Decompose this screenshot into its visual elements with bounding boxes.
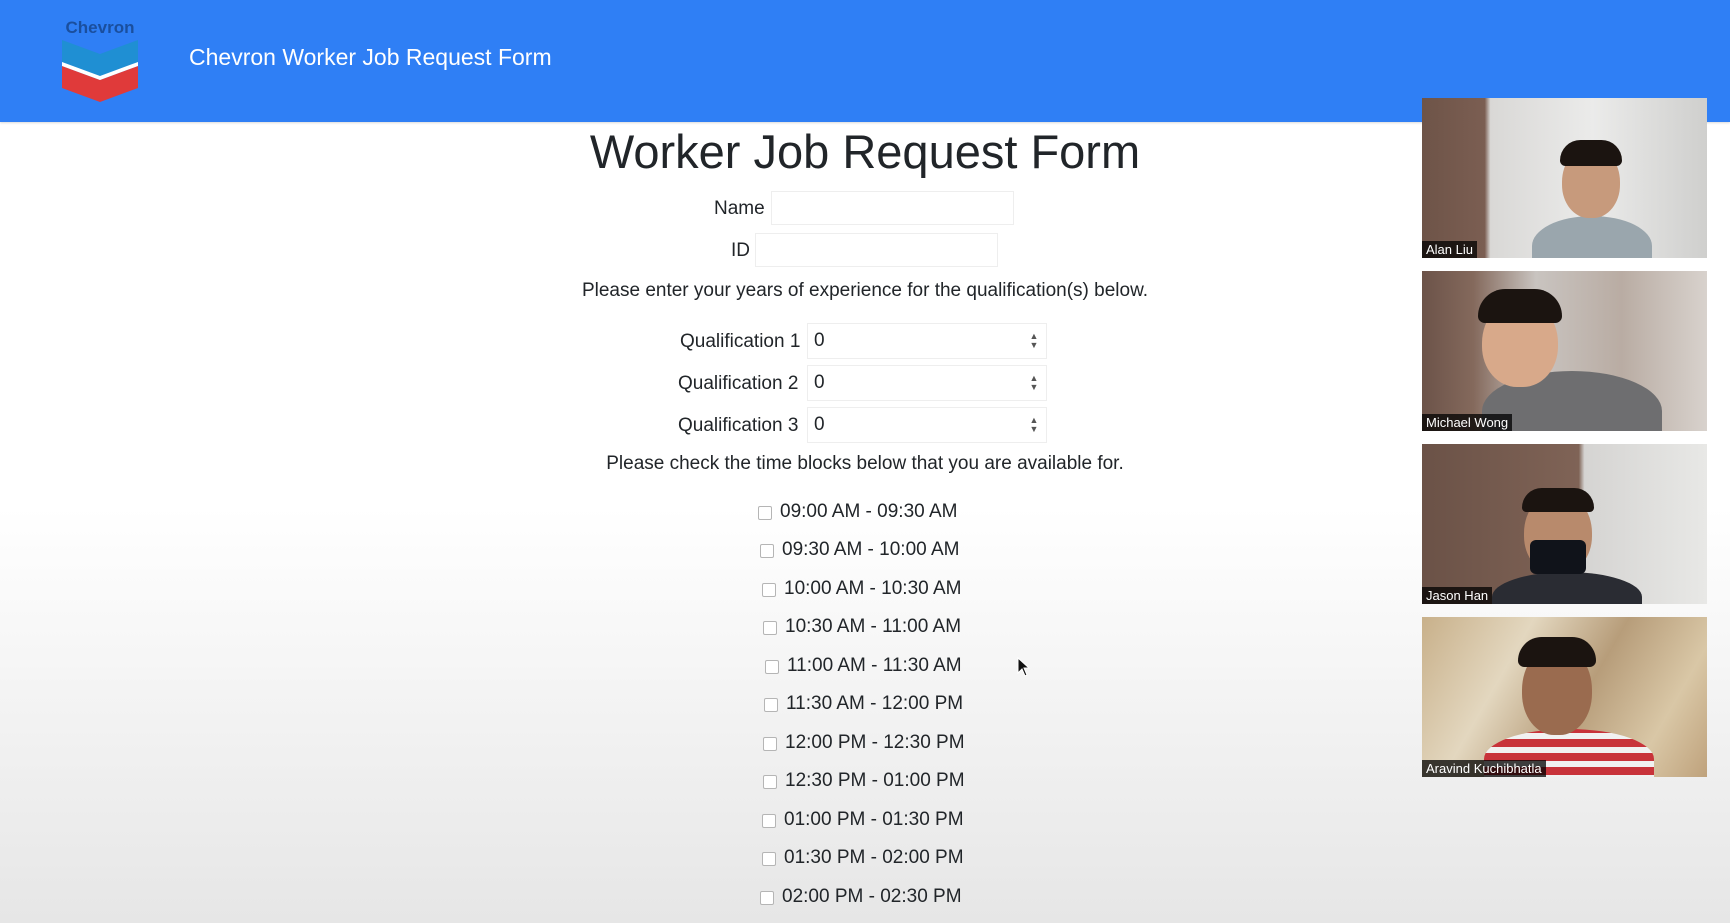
participant-name: Jason Han (1422, 587, 1493, 604)
chevron-logo-icon[interactable]: Chevron (60, 18, 140, 104)
time-block-checkbox[interactable] (760, 891, 774, 905)
name-label: Name (714, 198, 765, 219)
spinner-arrows-icon[interactable]: ▲ ▼ (1028, 374, 1040, 392)
id-label: ID (731, 240, 750, 261)
face-mask (1530, 540, 1586, 574)
participant-video-tile[interactable]: Alan Liu (1422, 98, 1707, 258)
id-input[interactable] (755, 233, 998, 267)
time-block-checkbox[interactable] (762, 583, 776, 597)
participant-hair (1522, 488, 1594, 512)
time-block-checkbox[interactable] (763, 621, 777, 635)
qualification-1-input[interactable]: 0 ▲ ▼ (807, 323, 1047, 359)
qualification-label: Qualification 3 (678, 415, 799, 436)
participant-video-tile[interactable]: Aravind Kuchibhatla (1422, 617, 1707, 777)
qualification-value: 0 (814, 414, 825, 435)
qualification-value: 0 (814, 372, 825, 393)
participant-name: Michael Wong (1422, 414, 1513, 431)
time-block-checkbox[interactable] (764, 698, 778, 712)
mouse-cursor-icon (1017, 657, 1031, 677)
qualification-label: Qualification 2 (678, 373, 799, 394)
participant-hair (1518, 637, 1596, 667)
time-block-label: 12:00 PM - 12:30 PM (785, 732, 965, 753)
time-block-checkbox[interactable] (763, 775, 777, 789)
spinner-arrows-icon[interactable]: ▲ ▼ (1028, 416, 1040, 434)
time-block-label: 11:30 AM - 12:00 PM (786, 693, 964, 714)
participant-video-tile[interactable]: Michael Wong (1422, 271, 1707, 431)
time-block-checkbox[interactable] (760, 544, 774, 558)
logo-text: Chevron (65, 18, 135, 37)
time-block-label: 10:00 AM - 10:30 AM (784, 578, 962, 599)
time-block-label: 01:30 PM - 02:00 PM (784, 847, 964, 868)
time-block-label: 12:30 PM - 01:00 PM (785, 770, 965, 791)
time-block-checkbox[interactable] (758, 506, 772, 520)
spinner-arrows-icon[interactable]: ▲ ▼ (1028, 332, 1040, 350)
qualification-value: 0 (814, 330, 825, 351)
qualification-label: Qualification 1 (680, 331, 801, 352)
participant-video-tile[interactable]: Jason Han (1422, 444, 1707, 604)
qualification-2-input[interactable]: 0 ▲ ▼ (807, 365, 1047, 401)
time-block-checkbox[interactable] (763, 737, 777, 751)
navbar-title[interactable]: Chevron Worker Job Request Form (189, 44, 552, 71)
time-block-label: 10:30 AM - 11:00 AM (785, 616, 962, 637)
qualification-3-input[interactable]: 0 ▲ ▼ (807, 407, 1047, 443)
time-block-label: 01:00 PM - 01:30 PM (784, 809, 964, 830)
participant-hair (1560, 140, 1622, 166)
time-block-label: 09:30 AM - 10:00 AM (782, 539, 960, 560)
participant-name: Alan Liu (1422, 241, 1477, 258)
time-block-label: 09:00 AM - 09:30 AM (780, 501, 958, 522)
time-block-checkbox[interactable] (765, 660, 779, 674)
time-block-checkbox[interactable] (762, 852, 776, 866)
time-block-checkbox[interactable] (762, 814, 776, 828)
name-input[interactable] (771, 191, 1014, 225)
participant-hair (1478, 289, 1562, 323)
participant-name: Aravind Kuchibhatla (1422, 760, 1546, 777)
time-block-label: 02:00 PM - 02:30 PM (782, 886, 962, 907)
time-block-label: 11:00 AM - 11:30 AM (787, 655, 962, 676)
